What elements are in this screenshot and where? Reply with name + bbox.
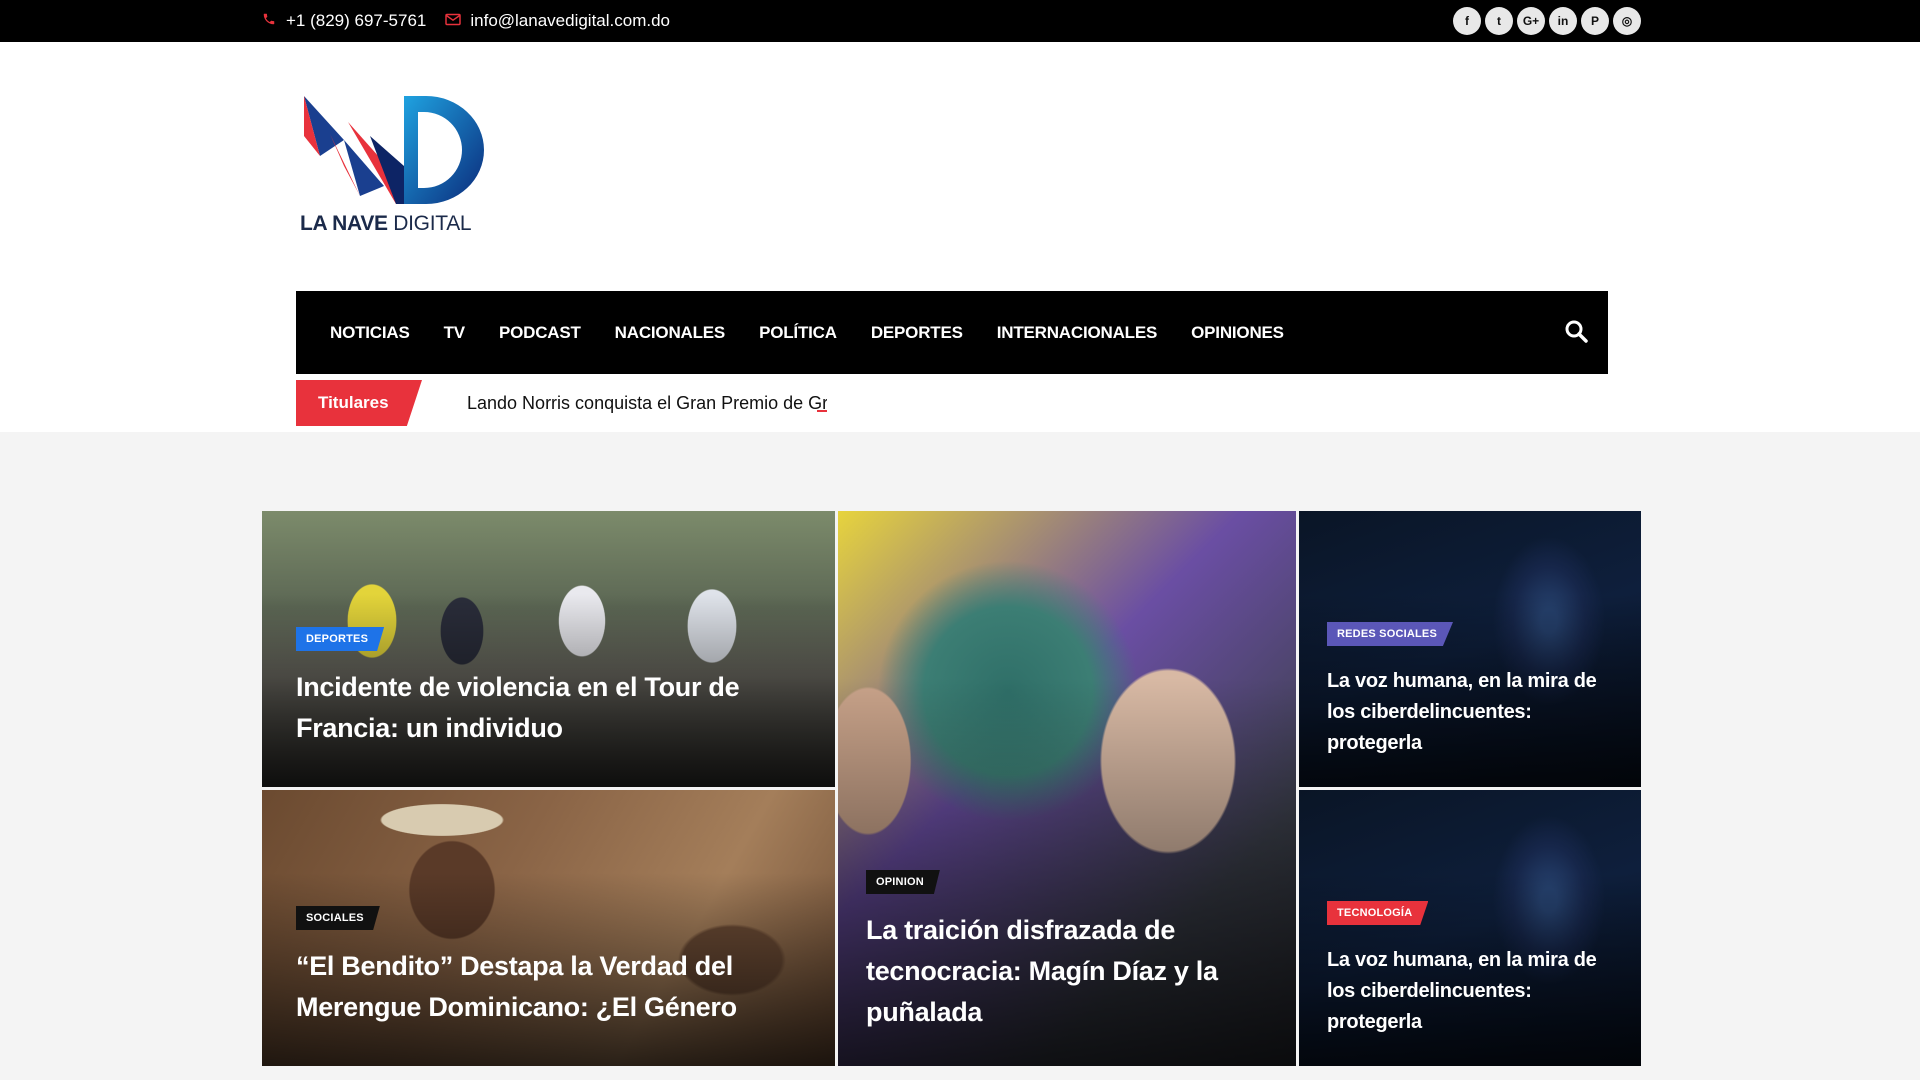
twitter-icon[interactable]: t [1485,7,1513,35]
search-icon[interactable] [1564,319,1590,345]
featured-card-cycling[interactable]: DEPORTES Incidente de violencia en el To… [262,511,835,787]
nav-item-nacionales[interactable]: NACIONALES [615,323,726,343]
category-badge[interactable]: REDES SOCIALES [1327,622,1453,646]
nav-item-tv[interactable]: TV [444,323,466,343]
featured-card-redes[interactable]: REDES SOCIALES La voz humana, en la mira… [1299,511,1641,787]
social-links: f t G+ in P ◎ [1453,7,1641,35]
main-navigation: NOTICIAS TV PODCAST NACIONALES POLÍTICA … [296,291,1608,374]
email-contact[interactable]: info@lanavedigital.com.do [444,11,670,31]
google-plus-icon[interactable]: G+ [1517,7,1545,35]
nav-item-politica[interactable]: POLÍTICA [759,323,837,343]
linkedin-icon[interactable]: in [1549,7,1577,35]
card-title[interactable]: “El Bendito” Destapa la Verdad del Meren… [296,946,756,1028]
ticker-label: Titulares [296,380,422,426]
card-title[interactable]: La voz humana, en la mira de los ciberde… [1327,666,1617,759]
phone-icon [260,12,278,30]
nav-item-podcast[interactable]: PODCAST [499,323,581,343]
category-badge[interactable]: DEPORTES [296,627,385,651]
featured-card-opinion[interactable]: OPINION La traición disfrazada de tecnoc… [838,511,1296,1066]
phone-contact[interactable]: +1 (829) 697-5761 [260,11,426,31]
category-badge[interactable]: OPINION [866,870,940,894]
pinterest-icon[interactable]: P [1581,7,1609,35]
nav-item-internacionales[interactable]: INTERNACIONALES [997,323,1158,343]
instagram-icon[interactable]: ◎ [1613,7,1641,35]
email-address: info@lanavedigital.com.do [470,11,671,30]
contact-info: +1 (829) 697-5761 info@lanavedigital.com… [260,0,676,42]
nav-item-deportes[interactable]: DEPORTES [871,323,963,343]
card-title[interactable]: La voz humana, en la mira de los ciberde… [1327,945,1617,1038]
card-title[interactable]: La traición disfrazada de tecnocracia: M… [866,910,1266,1033]
nav-item-opiniones[interactable]: OPINIONES [1191,323,1284,343]
category-badge[interactable]: TECNOLOGÍA [1327,901,1429,925]
facebook-icon[interactable]: f [1453,7,1481,35]
top-bar: +1 (829) 697-5761 info@lanavedigital.com… [0,0,1920,42]
phone-number: +1 (829) 697-5761 [286,11,427,30]
featured-card-merengue[interactable]: SOCIALES “El Bendito” Destapa la Verdad … [262,790,835,1066]
ticker-headline[interactable]: Lando Norris conquista el Gran Premio de… [467,393,827,414]
site-logo[interactable]: LA NAVE DIGITAL [300,96,486,246]
featured-card-tecnologia[interactable]: TECNOLOGÍA La voz humana, en la mira de … [1299,790,1641,1066]
envelope-icon [444,13,462,30]
category-badge[interactable]: SOCIALES [296,906,380,930]
nav-item-noticias[interactable]: NOTICIAS [330,323,410,343]
card-title[interactable]: Incidente de violencia en el Tour de Fra… [296,667,756,749]
logo-text: LA NAVE DIGITAL [300,212,472,235]
logo-mark [304,96,484,204]
